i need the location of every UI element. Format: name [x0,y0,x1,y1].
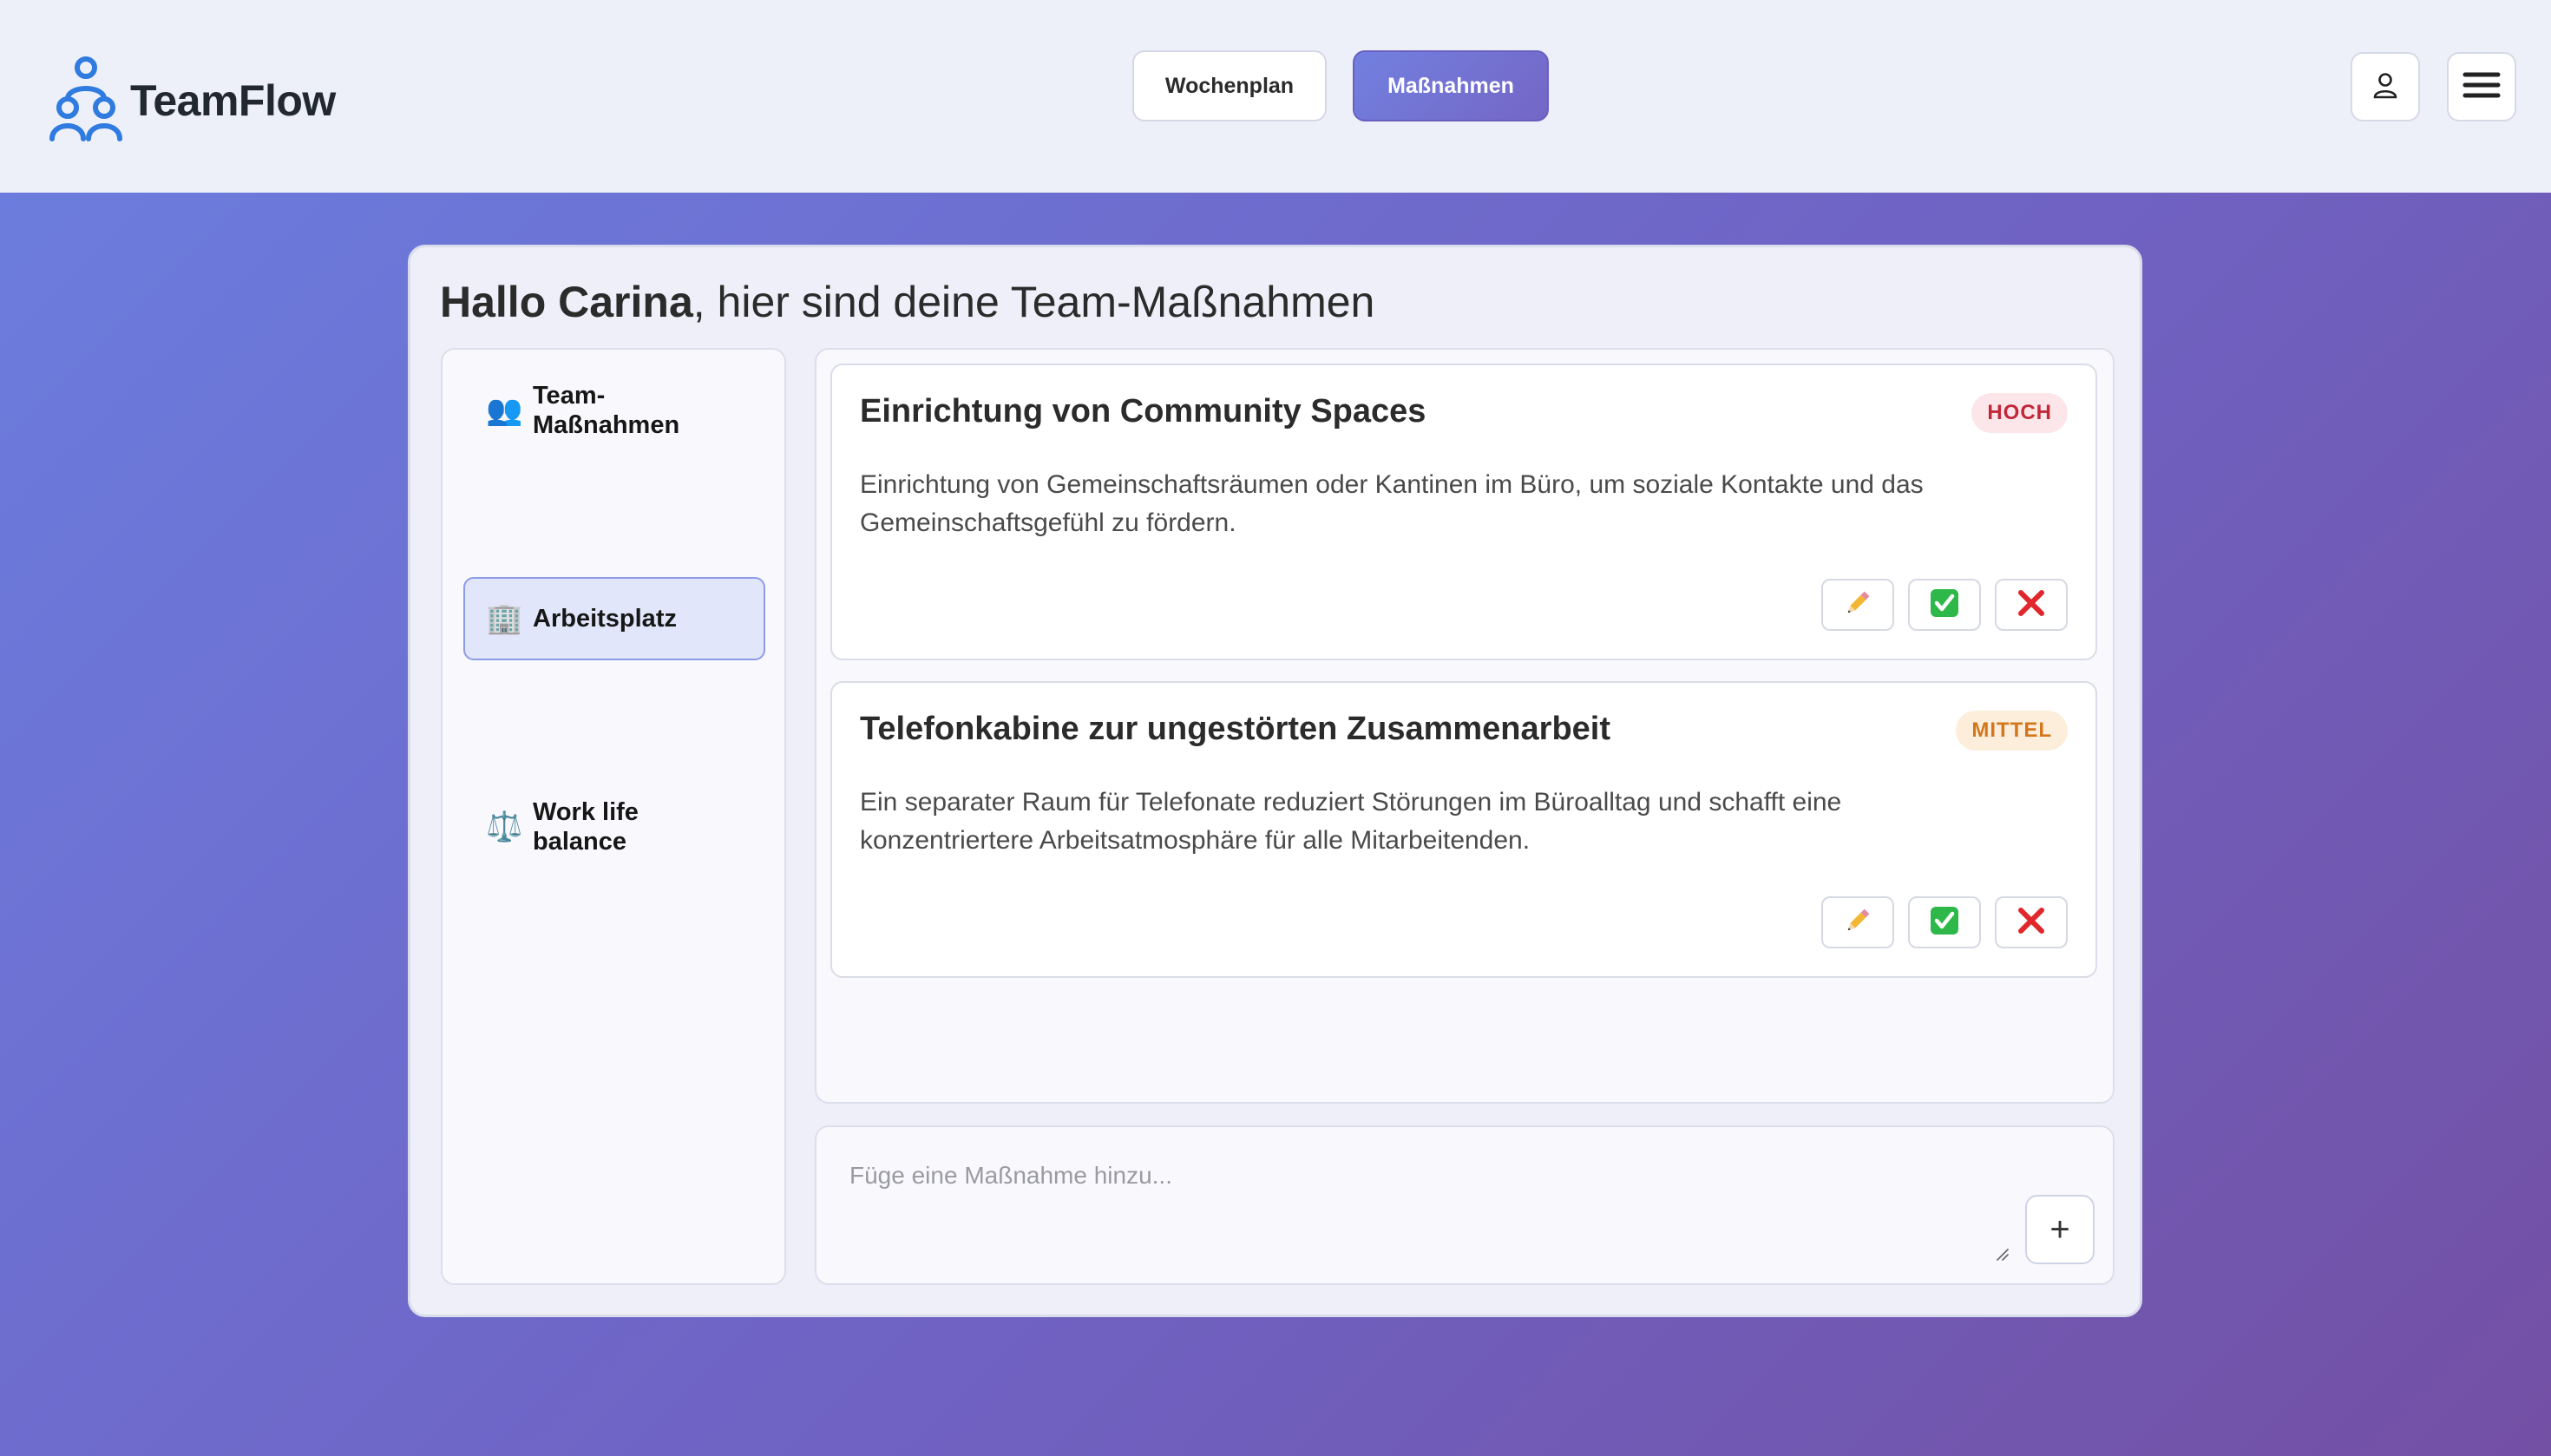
app-header: TeamFlow Wochenplan Maßnahmen [0,0,2551,193]
office-building-icon: 🏢 [486,602,523,635]
sidebar-item-label: Team-Maßnahmen [533,382,680,439]
add-measure-input[interactable] [832,1143,2014,1271]
category-sidebar: 👥 Team-Maßnahmen 🏢 Arbeitsplatz ⚖️ Work … [441,348,786,1285]
greeting-text: , hier sind deine Team-Maßnahmen [692,278,1375,326]
sidebar-item-label: Work life balance [533,798,639,856]
sidebar-item-arbeitsplatz[interactable]: 🏢 Arbeitsplatz [463,577,765,660]
measure-description: Einrichtung von Gemeinschaftsräumen oder… [860,470,1924,537]
pencil-icon [1842,905,1873,941]
resize-grip-icon[interactable] [1995,1247,2009,1261]
sidebar-item-team-massnahmen[interactable]: 👥 Team-Maßnahmen [463,369,765,452]
priority-badge: HOCH [1971,393,2068,433]
cross-icon [2016,587,2047,623]
pencil-icon [1842,587,1873,623]
reject-button[interactable] [1995,579,2068,631]
measure-actions [1821,896,2068,948]
nav-wochenplan-button[interactable]: Wochenplan [1132,50,1327,121]
check-icon [1929,905,1960,941]
cross-icon [2016,905,2047,941]
nav-massnahmen-button[interactable]: Maßnahmen [1353,50,1549,121]
measures-list: Einrichtung von Community Spaces HOCH Ei… [815,348,2115,1104]
measure-actions [1821,579,2068,631]
page-title: Hallo Carina, hier sind deine Team-Maßna… [440,277,1374,327]
measures-panel: Hallo Carina, hier sind deine Team-Maßna… [408,245,2142,1317]
edit-button[interactable] [1821,896,1894,948]
greeting-name: Hallo Carina [440,278,693,326]
priority-badge: MITTEL [1956,711,2068,751]
measure-card: Einrichtung von Community Spaces HOCH Ei… [830,364,2097,660]
reject-button[interactable] [1995,896,2068,948]
brand[interactable]: TeamFlow [49,56,336,146]
sidebar-item-label: Arbeitsplatz [533,605,677,633]
sidebar-item-work-life-balance[interactable]: ⚖️ Work life balance [463,785,765,869]
accept-button[interactable] [1908,579,1981,631]
measure-title: Telefonkabine zur ungestörten Zusammenar… [860,711,1611,747]
add-measure-box: + [815,1125,2115,1285]
user-icon [2371,70,2400,104]
accept-button[interactable] [1908,896,1981,948]
edit-button[interactable] [1821,579,1894,631]
hamburger-menu-icon [2462,70,2501,104]
check-icon [1929,587,1960,623]
app-name: TeamFlow [130,76,336,125]
people-icon: 👥 [486,394,523,427]
main-nav: Wochenplan Maßnahmen [1132,50,1549,121]
measure-description: Ein separater Raum für Telefonate reduzi… [860,788,1842,855]
measure-title: Einrichtung von Community Spaces [860,393,1426,430]
user-button[interactable] [2351,52,2420,121]
team-logo-icon [49,54,123,148]
add-measure-button[interactable]: + [2025,1195,2095,1264]
measure-card: Telefonkabine zur ungestörten Zusammenar… [830,681,2097,978]
balance-scale-icon: ⚖️ [486,810,523,843]
menu-button[interactable] [2447,52,2516,121]
